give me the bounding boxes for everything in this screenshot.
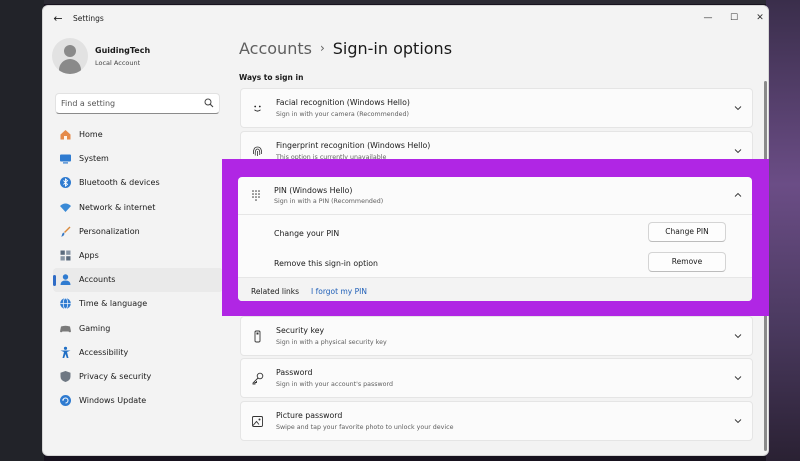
sidebar-item-windows-update[interactable]: Windows Update [53,389,223,413]
update-icon [60,395,71,407]
sidebar-item-label: Windows Update [79,396,147,406]
option-subtitle: Sign in with your account's password [276,381,393,388]
chevron-down-icon[interactable] [732,330,744,342]
chevron-down-icon[interactable] [732,102,744,114]
sidebar-item-label: Accounts [79,275,116,285]
profile-account-type: Local Account [95,59,141,67]
accessibility-icon [60,346,71,358]
remove-pin-row: Remove this sign-in option Remove [238,249,752,279]
key-icon [252,372,264,385]
chevron-down-icon[interactable] [732,372,744,384]
sidebar-item-label: Apps [79,250,99,260]
option-subtitle: Sign in with a physical security key [276,339,387,346]
sidebar-item-label: Time & language [79,299,148,309]
sidebar-item-accessibility[interactable]: Accessibility [53,341,223,365]
sidebar-item-time-language[interactable]: Time & language [53,292,223,316]
remove-pin-button[interactable]: Remove [648,252,726,272]
sidebar-item-label: Home [79,130,103,139]
picture-icon [252,416,263,427]
breadcrumb-separator: › [319,41,325,55]
minimize-button[interactable]: — [695,10,721,26]
option-title: Facial recognition (Windows Hello) [276,98,410,107]
chevron-down-icon[interactable] [732,145,744,157]
chevron-up-icon[interactable] [732,189,744,201]
security-key-icon [254,330,261,343]
title-bar: ← Settings — ☐ ✕ [43,6,768,32]
desktop-top-edge [0,0,800,4]
remove-pin-label: Remove this sign-in option [274,259,378,268]
close-button[interactable]: ✕ [747,10,768,26]
profile-name: GuidingTech [95,46,151,55]
chevron-down-icon[interactable] [732,415,744,427]
search-icon[interactable] [204,98,214,108]
fingerprint-icon [253,146,262,156]
section-header: Ways to sign in [239,73,304,82]
change-pin-button[interactable]: Change PIN [648,222,726,242]
sidebar-item-gaming[interactable]: Gaming [53,317,223,341]
sign-in-option-picture-password[interactable]: Picture password Swipe and tap your favo… [240,401,753,441]
gaming-icon [60,325,71,332]
avatar [52,38,88,74]
sign-in-option-password[interactable]: Password Sign in with your account's pas… [240,358,753,398]
sidebar-item-apps[interactable]: Apps [53,244,223,268]
option-title: Picture password [276,411,343,420]
change-pin-label: Change your PIN [274,229,340,238]
sign-in-option-security-key[interactable]: Security key Sign in with a physical sec… [240,316,753,356]
desktop-wallpaper [766,0,800,461]
accounts-icon [60,274,71,286]
sidebar-item-accounts[interactable]: Accounts [53,268,223,293]
pin-header[interactable]: PIN (Windows Hello) Sign in with a PIN (… [238,177,752,213]
option-title: Password [276,368,313,377]
option-title: PIN (Windows Hello) [274,186,353,195]
change-pin-row: Change your PIN Change PIN [238,219,752,249]
sidebar-item-network[interactable]: Network & internet [53,196,223,220]
brush-icon [61,226,71,237]
bluetooth-icon [60,177,71,189]
maximize-button[interactable]: ☐ [721,10,747,26]
sign-in-option-facial[interactable]: Facial recognition (Windows Hello) Sign … [240,88,753,128]
sidebar-item-bluetooth[interactable]: Bluetooth & devices [53,171,223,195]
sidebar-item-label: Personalization [79,226,140,236]
network-icon [60,203,71,212]
search-input[interactable]: Find a setting [55,93,220,114]
sidebar-nav: Home System Bluetooth & devices Network … [53,123,223,413]
user-profile[interactable]: GuidingTech Local Account [52,38,242,78]
sign-in-option-pin: PIN (Windows Hello) Sign in with a PIN (… [238,177,752,301]
sidebar-item-label: Privacy & security [79,371,152,381]
option-title: Fingerprint recognition (Windows Hello) [276,141,431,150]
app-title: Settings [73,14,104,23]
breadcrumb-parent[interactable]: Accounts [239,39,312,58]
sidebar-item-label: Bluetooth & devices [79,178,160,188]
option-title: Security key [276,326,325,335]
pin-keypad-icon [252,190,260,201]
sidebar-item-label: Gaming [79,323,111,333]
breadcrumb: Accounts › Sign-in options [239,39,452,58]
sidebar-item-label: Accessibility [79,347,129,357]
page-title: Sign-in options [332,39,453,58]
face-icon [254,105,261,112]
sidebar-item-system[interactable]: System [53,147,223,171]
divider [238,214,752,215]
sidebar-item-label: Network & internet [79,202,156,212]
apps-icon [60,250,71,261]
sidebar-item-label: System [79,154,109,164]
home-icon [60,130,71,140]
desktop-left-edge [0,0,44,461]
search-placeholder: Find a setting [61,99,116,108]
globe-icon [60,298,71,310]
forgot-pin-link[interactable]: I forgot my PIN [311,287,367,296]
back-button[interactable]: ← [51,12,65,26]
option-subtitle: Sign in with your camera (Recommended) [276,111,409,118]
sidebar-item-privacy[interactable]: Privacy & security [53,365,223,389]
related-links: Related links I forgot my PIN [238,277,752,301]
system-icon [60,154,71,164]
sidebar-item-personalization[interactable]: Personalization [53,220,223,244]
option-subtitle: Swipe and tap your favorite photo to unl… [276,424,454,431]
shield-icon [60,370,71,382]
option-subtitle: Sign in with a PIN (Recommended) [274,198,384,205]
related-links-label: Related links [251,287,300,296]
sidebar-item-home[interactable]: Home [53,123,223,147]
active-indicator [53,275,56,287]
